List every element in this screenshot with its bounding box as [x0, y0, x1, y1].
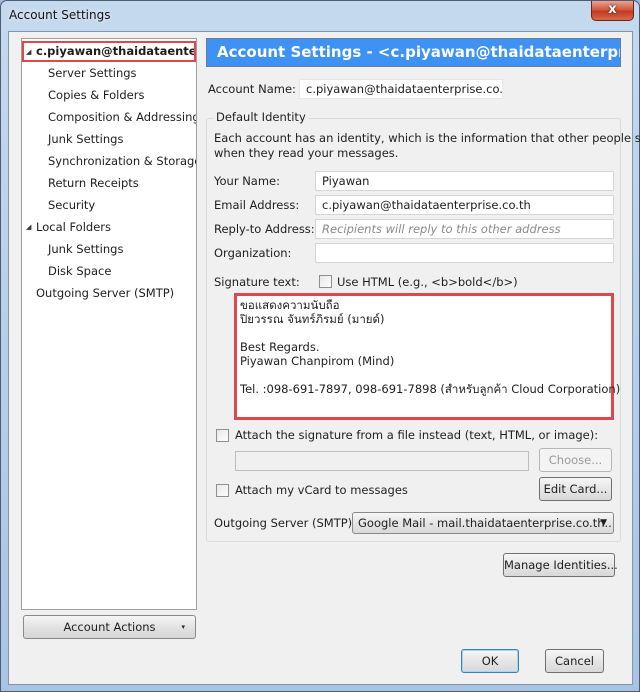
outgoing-server-select[interactable]: Google Mail - mail.thaidataenterprise.co… — [352, 512, 614, 534]
tree-item-label: c.piyawan@thaidataenterp... — [36, 44, 196, 58]
identity-description-line1: Each account has an identity, which is t… — [214, 131, 640, 145]
use-html-checkbox[interactable] — [319, 275, 332, 288]
tree-item-local-junk-settings[interactable]: Junk Settings — [22, 239, 196, 260]
default-identity-legend: Default Identity — [214, 110, 308, 124]
your-name-label: Your Name: — [214, 174, 281, 188]
window-title: Account Settings — [9, 8, 111, 22]
account-name-label: Account Name: — [208, 82, 296, 96]
account-name-input[interactable]: c.piyawan@thaidataenterprise.co.th — [299, 79, 503, 99]
signature-textarea[interactable]: ขอแสดงความนับถือ ปิยวรรณ จันทร์ภิรมย์ (ม… — [234, 293, 620, 420]
close-button[interactable]: x — [591, 1, 634, 21]
tree-item-label: Disk Space — [48, 264, 112, 278]
attach-vcard-checkbox[interactable] — [216, 484, 229, 497]
cancel-button[interactable]: Cancel — [545, 649, 604, 673]
account-tree[interactable]: ◢c.piyawan@thaidataenterp... Server Sett… — [21, 38, 197, 610]
email-address-input[interactable]: c.piyawan@thaidataenterprise.co.th — [315, 195, 614, 215]
tree-item-disk-space[interactable]: Disk Space — [22, 261, 196, 282]
choose-file-button[interactable]: Choose... — [539, 448, 612, 472]
outgoing-server-label: Outgoing Server (SMTP): — [214, 516, 357, 530]
identity-description-line2: when they read your messages. — [214, 146, 399, 160]
organization-label: Organization: — [214, 246, 292, 260]
your-name-input[interactable]: Piyawan — [315, 171, 614, 191]
signature-text-label: Signature text: — [214, 275, 300, 289]
dropdown-arrow-icon: ▾ — [181, 623, 185, 631]
organization-input[interactable] — [315, 243, 614, 263]
tree-item-label: Outgoing Server (SMTP) — [36, 286, 175, 300]
expand-twisty-icon[interactable]: ◢ — [26, 44, 36, 60]
pane-header: Account Settings - <c.piyawan@thaidataen… — [206, 38, 621, 67]
tree-item-junk-settings[interactable]: Junk Settings — [22, 129, 196, 150]
edit-card-button[interactable]: Edit Card... — [539, 477, 612, 501]
manage-identities-button[interactable]: Manage Identities... — [503, 553, 618, 577]
outgoing-server-value: Google Mail - mail.thaidataenterprise.co… — [358, 516, 614, 530]
ok-button[interactable]: OK — [461, 649, 519, 673]
tree-item-label: Junk Settings — [48, 242, 124, 256]
account-actions-label: Account Actions — [63, 620, 156, 634]
account-actions-button[interactable]: Account Actions ▾ — [23, 615, 196, 639]
close-icon: x — [608, 2, 617, 17]
tree-item-label: Security — [48, 198, 96, 212]
tree-item-server-settings[interactable]: Server Settings — [22, 63, 196, 84]
tree-item-label: Synchronization & Storage — [48, 154, 196, 168]
signature-file-path-input — [235, 451, 529, 471]
expand-twisty-icon[interactable]: ◢ — [26, 217, 36, 238]
use-html-label[interactable]: Use HTML (e.g., <b>bold</b>) — [337, 275, 518, 289]
reply-to-label: Reply-to Address: — [214, 222, 315, 236]
tree-item-local-folders[interactable]: ◢ Local Folders — [22, 217, 196, 238]
tree-item-composition-addressing[interactable]: Composition & Addressing — [22, 107, 196, 128]
tree-item-label: Local Folders — [36, 220, 111, 234]
tree-item-copies-folders[interactable]: Copies & Folders — [22, 85, 196, 106]
attach-file-label[interactable]: Attach the signature from a file instead… — [235, 428, 598, 442]
tree-item-security[interactable]: Security — [22, 195, 196, 216]
tree-item-label: Composition & Addressing — [48, 110, 196, 124]
tree-item-label: Junk Settings — [48, 132, 124, 146]
tree-item-account[interactable]: ◢c.piyawan@thaidataenterp... — [22, 41, 196, 62]
attach-file-checkbox[interactable] — [216, 429, 229, 442]
attach-vcard-label[interactable]: Attach my vCard to messages — [235, 483, 408, 497]
dropdown-arrow-icon: ▼ — [600, 518, 607, 528]
tree-item-label: Copies & Folders — [48, 88, 145, 102]
email-address-label: Email Address: — [214, 198, 300, 212]
tree-item-synchronization-storage[interactable]: Synchronization & Storage — [22, 151, 196, 172]
tree-item-label: Return Receipts — [48, 176, 139, 190]
account-settings-window: Account Settings x ◢ c.piyawan@thaidataen… — [0, 0, 640, 692]
title-bar[interactable]: Account Settings x — [1, 1, 639, 31]
reply-to-input[interactable]: Recipients will reply to this other addr… — [315, 219, 614, 239]
dialog-client-area: ◢c.piyawan@thaidataenterp... Server Sett… — [8, 31, 640, 685]
tree-item-outgoing-server[interactable]: Outgoing Server (SMTP) — [22, 283, 196, 304]
tree-item-return-receipts[interactable]: Return Receipts — [22, 173, 196, 194]
tree-item-label: Server Settings — [48, 66, 137, 80]
